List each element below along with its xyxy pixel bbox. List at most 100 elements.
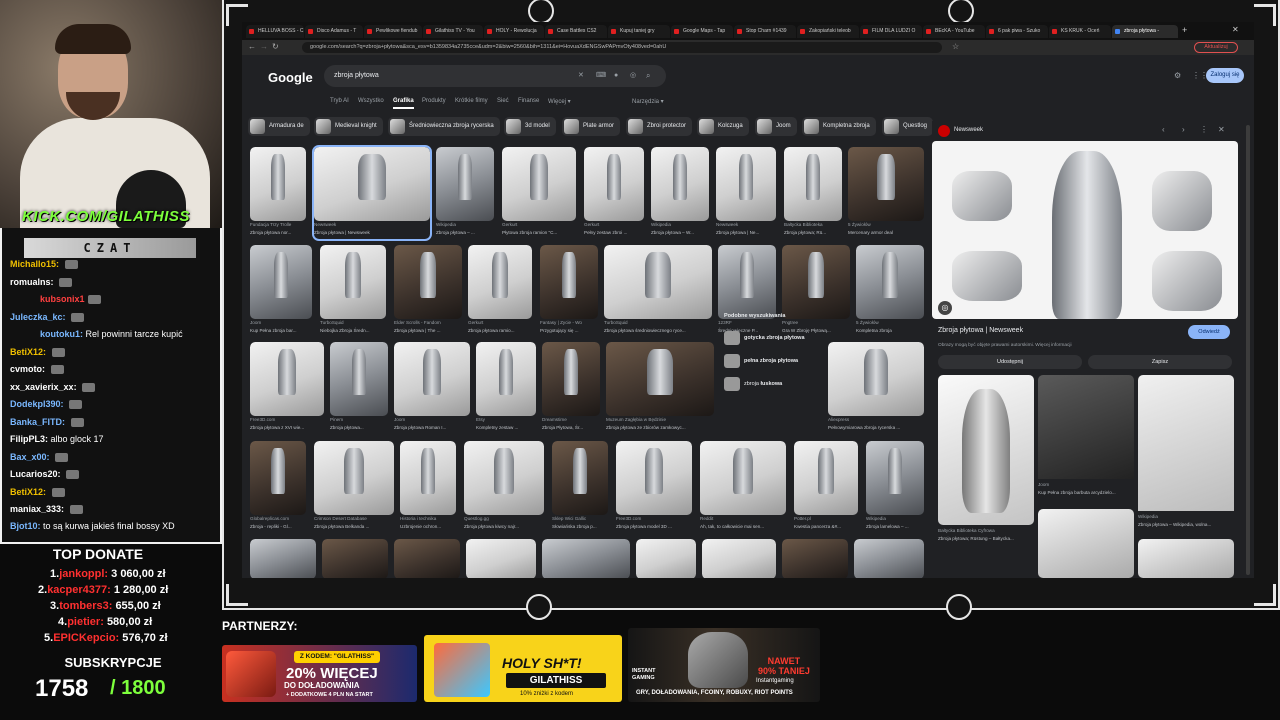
- filter-chip[interactable]: Questlog: [882, 117, 934, 136]
- image-result[interactable]: Sklep Wici Gallic Słowiańska zbroja p...: [552, 441, 608, 533]
- browser-tab[interactable]: Google Maps - Tap: [671, 25, 733, 38]
- tab-products[interactable]: Produkty: [422, 98, 446, 104]
- image-result[interactable]: [854, 539, 924, 578]
- settings-gear-icon[interactable]: ⚙: [1174, 71, 1181, 80]
- related-search-item[interactable]: pełna zbroja płytowa: [722, 352, 818, 370]
- filter-chip[interactable]: Armadura de: [248, 117, 310, 136]
- keyboard-icon[interactable]: ⌨: [596, 65, 606, 87]
- sign-in-button[interactable]: Zaloguj się: [1206, 68, 1244, 83]
- image-result[interactable]: Pinem Zbroja płytowa...: [330, 342, 388, 434]
- tab-images[interactable]: Grafika: [393, 98, 414, 109]
- image-result[interactable]: Bałtycka Biblioteka Zbroja płytowa; Rü...: [784, 147, 842, 239]
- related-search-item[interactable]: zbroja łuskowa: [722, 375, 818, 393]
- image-result[interactable]: Etsy Kompletny zestaw ...: [476, 342, 536, 434]
- close-panel-icon[interactable]: ✕: [1218, 125, 1225, 134]
- image-result[interactable]: Globalreplicas.com Zbroja - repliki - Gl.…: [250, 441, 306, 533]
- image-result[interactable]: [782, 539, 848, 578]
- filter-chip[interactable]: Kolczuga: [697, 117, 749, 136]
- image-result[interactable]: Dreamstime Zbroja Płytowa, Śr...: [542, 342, 600, 434]
- google-logo[interactable]: Google: [268, 70, 313, 85]
- browser-tab[interactable]: Zakopiański teleob: [797, 25, 859, 38]
- tab-web[interactable]: Sieć: [497, 98, 509, 104]
- new-tab-icon[interactable]: +: [1182, 25, 1187, 35]
- image-result[interactable]: [322, 539, 388, 578]
- browser-tab[interactable]: FILM DLA LUDZI O: [860, 25, 922, 38]
- filter-chip[interactable]: Joom: [755, 117, 797, 136]
- related-search-item[interactable]: gotycka zbroja płytowa: [722, 329, 818, 347]
- image-result[interactable]: Muzeum Zagłębia w Będzinie Zbroja płytowa…: [606, 342, 714, 434]
- image-result[interactable]: Fundacja Trzy Trolle Zbroja płytowa nor..…: [250, 147, 306, 239]
- image-result[interactable]: Joom Zbroja płytowa Roman I...: [394, 342, 470, 434]
- browser-tab[interactable]: Stop Charn #1439: [734, 25, 796, 38]
- tab-all[interactable]: Wszystko: [358, 98, 384, 104]
- image-result[interactable]: Gerkurt Pełny zestaw zbroi ...: [584, 147, 644, 239]
- filter-chip[interactable]: Zbroi protector: [626, 117, 693, 136]
- image-result[interactable]: Reddit Ah, tak, to całkowicie mai sen...: [700, 441, 786, 533]
- filter-chip[interactable]: 3d model: [504, 117, 556, 136]
- browser-tab[interactable]: Disco Adamus - T: [305, 25, 363, 38]
- image-result[interactable]: Elder Scrolls - Fandom Zbroja płytowa | T…: [394, 245, 462, 337]
- visit-button[interactable]: Odwiedź: [1188, 325, 1230, 339]
- image-result[interactable]: Wikipedia Zbroja płytowa – ...: [436, 147, 494, 239]
- browser-tab-active[interactable]: zbroja płytowa -: [1112, 25, 1178, 38]
- image-result[interactable]: Crimson Desert Database Zbroja płytowa Be…: [314, 441, 394, 533]
- browser-tab[interactable]: Kupuj taniej gry: [608, 25, 670, 38]
- lens-icon[interactable]: ◎: [630, 65, 636, 87]
- browser-tab[interactable]: HELLUVA BOSS - C: [246, 25, 304, 38]
- tab-finance[interactable]: Finanse: [518, 98, 539, 104]
- panel-related-image[interactable]: [1138, 539, 1234, 578]
- url-field[interactable]: google.com/search?q=zbroja+płytowa&sca_e…: [302, 42, 942, 53]
- image-result-selected[interactable]: Newsweek Zbroja płytowa | Newsweek: [312, 145, 432, 241]
- tab-more[interactable]: Więcej ▾: [548, 98, 571, 105]
- next-icon[interactable]: ›: [1182, 125, 1185, 134]
- scrollbar[interactable]: [1246, 125, 1250, 575]
- close-window-icon[interactable]: ✕: [1232, 25, 1239, 34]
- image-result[interactable]: Wikipedia Zbroja lamelowa – ...: [866, 441, 924, 533]
- back-icon[interactable]: ←: [248, 42, 256, 51]
- image-result[interactable]: TurboSquid Zbroja płytowa średniowieczneg…: [604, 245, 712, 337]
- preview-title[interactable]: Zbroja płytowa | Newsweek: [938, 327, 1023, 334]
- bookmark-star-icon[interactable]: ☆: [952, 42, 959, 51]
- save-button[interactable]: Zapisz: [1088, 355, 1232, 369]
- image-result[interactable]: [250, 539, 316, 578]
- browser-tab[interactable]: Case Battles CS2: [545, 25, 607, 38]
- preview-image[interactable]: ◎: [932, 141, 1238, 319]
- filter-chip[interactable]: Średniowieczna zbroja rycerska: [388, 117, 500, 136]
- browser-tab[interactable]: HOLY - Rewolucja: [484, 25, 544, 38]
- reload-icon[interactable]: ↻: [272, 42, 279, 51]
- image-result[interactable]: [394, 539, 460, 578]
- image-result[interactable]: [702, 539, 776, 578]
- image-result[interactable]: 5 Żywiołów Mercenary armor deal: [848, 147, 924, 239]
- search-icon[interactable]: ⌕: [646, 65, 650, 87]
- image-result[interactable]: Free3D.com Zbroja płytowa model 3D ...: [616, 441, 692, 533]
- panel-related-image[interactable]: Joom Kup Pełna zbroja barbuta arcydzielo.…: [1038, 375, 1134, 505]
- forward-icon[interactable]: →: [260, 42, 268, 51]
- image-result[interactable]: Historia i technika Uzbrojenie ochron...: [400, 441, 456, 533]
- more-options-icon[interactable]: ⋮: [1200, 125, 1208, 134]
- browser-tab[interactable]: 6 pak piwa - Szuko: [986, 25, 1048, 38]
- update-button[interactable]: Aktualizuj: [1194, 42, 1238, 53]
- panel-related-image[interactable]: Wikipedia Zbroja płytowa – Wikipedia, wol…: [1138, 375, 1234, 535]
- image-result[interactable]: Newsweek Zbroja płytowa | Ne...: [716, 147, 776, 239]
- image-result[interactable]: Gerkurt Zbroja płytowa ramio...: [468, 245, 532, 337]
- image-result[interactable]: 5 Żywiołów Kompletna zbroja: [856, 245, 924, 337]
- search-input[interactable]: zbroja płytowa ✕ ⌨ ● ◎ ⌕: [324, 65, 666, 87]
- image-result[interactable]: Joom Kup Pełna zbroja bar...: [250, 245, 312, 337]
- browser-tab[interactable]: KS KRUK - Oceń: [1049, 25, 1111, 38]
- image-result[interactable]: [636, 539, 696, 578]
- previous-icon[interactable]: ‹: [1162, 125, 1165, 134]
- filter-chip[interactable]: Kompletna zbroja: [802, 117, 876, 136]
- filter-chip[interactable]: Plate armor: [562, 117, 621, 136]
- tools-button[interactable]: Narzędzia ▾: [632, 98, 664, 105]
- browser-tab[interactable]: BEcKA - YouTube: [923, 25, 985, 38]
- image-result[interactable]: Aliexpress Pełnowymiarowa zbroja rycerska…: [828, 342, 924, 434]
- image-result[interactable]: [466, 539, 536, 578]
- lens-search-icon[interactable]: ◎: [938, 301, 952, 315]
- browser-tab[interactable]: Gilathiss TV - You: [423, 25, 483, 38]
- tab-ai-mode[interactable]: Tryb AI: [330, 98, 349, 104]
- image-result[interactable]: Free3D.com Zbroja płytowa z XVI wie...: [250, 342, 324, 434]
- browser-tab[interactable]: Pewlikowe fiendub: [364, 25, 422, 38]
- clear-search-icon[interactable]: ✕: [578, 65, 584, 87]
- tab-short-videos[interactable]: Krótkie filmy: [455, 98, 488, 104]
- panel-related-image[interactable]: [938, 375, 1034, 525]
